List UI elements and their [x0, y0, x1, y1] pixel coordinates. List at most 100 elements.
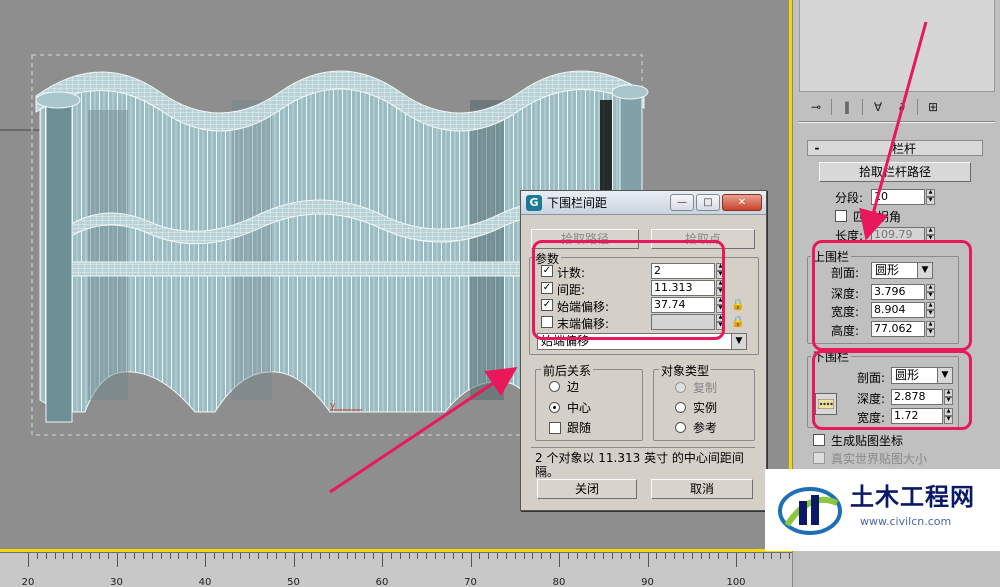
- segments-spinner[interactable]: 10 ▲ ▼: [871, 189, 935, 205]
- ruler-tick: [479, 553, 481, 559]
- ruler-tick: [364, 553, 366, 559]
- end-offset-field[interactable]: [651, 314, 715, 330]
- gen-mapping-label: 生成贴图坐标: [831, 434, 904, 448]
- ruler-tick: [585, 553, 587, 559]
- spinner-arrows[interactable]: ▲ ▼: [926, 321, 935, 337]
- spacing-mode-dropdown[interactable]: 始端偏移 ▼: [537, 333, 747, 350]
- ruler-tick: [497, 553, 499, 559]
- spinner-arrows[interactable]: ▲ ▼: [716, 280, 725, 296]
- ruler-tick: [249, 553, 251, 559]
- cancel-button[interactable]: 取消: [651, 479, 753, 499]
- instance-label: 实例: [693, 401, 718, 415]
- lower-depth-field[interactable]: 2.878: [891, 389, 943, 405]
- spinner-arrows[interactable]: ▲ ▼: [716, 314, 725, 330]
- length-spinner[interactable]: 109.79 ▲ ▼: [871, 227, 935, 243]
- copy-label: 复制: [693, 381, 718, 395]
- railing-rollout-header[interactable]: - 栏杆: [807, 140, 983, 156]
- copy-radio[interactable]: [675, 382, 686, 393]
- lower-rail-spacing-button[interactable]: [815, 393, 837, 415]
- spinner-arrows[interactable]: ▲ ▼: [716, 297, 725, 313]
- top-width-spinner[interactable]: 8.904 ▲ ▼: [871, 302, 935, 318]
- close-window-button[interactable]: ✕: [722, 194, 762, 211]
- configure-sets-icon[interactable]: ⊞: [924, 99, 942, 115]
- centers-label: 中心: [567, 401, 592, 415]
- lock-icon[interactable]: 🔒: [731, 298, 745, 312]
- close-button[interactable]: 关闭: [537, 479, 637, 499]
- lower-profile-dropdown[interactable]: 圆形 ▼: [891, 367, 953, 384]
- lock-icon[interactable]: 🔒: [731, 315, 745, 329]
- pin-stack-icon[interactable]: ⊸: [807, 99, 825, 115]
- show-end-result-icon[interactable]: ‖: [838, 99, 856, 115]
- spinner-arrows[interactable]: ▲ ▼: [926, 302, 935, 318]
- top-profile-dropdown[interactable]: 圆形 ▼: [871, 262, 933, 279]
- count-field[interactable]: 2: [651, 263, 715, 279]
- make-unique-icon[interactable]: ∀: [869, 99, 887, 115]
- pick-path-button[interactable]: 拾取路径: [531, 229, 639, 249]
- maximize-button[interactable]: □: [696, 194, 720, 211]
- end-offset-checkbox[interactable]: [541, 316, 553, 328]
- ruler-tick: [231, 553, 233, 559]
- toolbar-separator: [862, 99, 863, 115]
- top-height-field[interactable]: 77.062: [871, 321, 925, 337]
- ruler-tick: [550, 553, 552, 559]
- ruler-tick: [275, 553, 277, 559]
- spinner-arrows[interactable]: ▲ ▼: [926, 189, 935, 205]
- minimize-button[interactable]: —: [670, 194, 694, 211]
- lower-width-spinner[interactable]: 1.72 ▲ ▼: [891, 408, 953, 424]
- real-world-checkbox[interactable]: [813, 452, 825, 464]
- top-height-spinner[interactable]: 77.062 ▲ ▼: [871, 321, 935, 337]
- ruler-label: 60: [375, 577, 389, 587]
- reference-radio[interactable]: [675, 422, 686, 433]
- ruler-tick: [691, 553, 693, 559]
- top-depth-spinner[interactable]: 3.796 ▲ ▼: [871, 284, 935, 300]
- gen-mapping-checkbox[interactable]: [813, 434, 825, 446]
- ruler-tick: [240, 553, 242, 559]
- count-spinner[interactable]: 2 ▲ ▼: [651, 263, 725, 279]
- pick-points-button[interactable]: 拾取点: [651, 229, 755, 249]
- count-checkbox[interactable]: ✓: [541, 265, 553, 277]
- match-corners-checkbox[interactable]: [835, 210, 847, 222]
- ruler-tick: [629, 553, 631, 559]
- top-width-field[interactable]: 8.904: [871, 302, 925, 318]
- object-type-title: 对象类型: [659, 362, 712, 379]
- start-offset-field[interactable]: 37.74: [651, 297, 715, 313]
- centers-radio[interactable]: [549, 402, 560, 413]
- pick-railing-path-button[interactable]: 拾取栏杆路径: [819, 162, 971, 182]
- ruler-tick: [736, 553, 737, 567]
- ruler-tick: [302, 553, 304, 559]
- segments-label: 分段:: [834, 191, 863, 205]
- spinner-arrows[interactable]: ▲ ▼: [716, 263, 725, 279]
- ruler-tick: [320, 553, 322, 559]
- remove-modifier-icon[interactable]: ∂: [893, 99, 911, 115]
- ruler-tick: [258, 553, 260, 559]
- ruler-tick: [709, 553, 711, 559]
- spinner-arrows[interactable]: ▲ ▼: [926, 227, 935, 243]
- app-icon: G: [526, 194, 542, 211]
- spinner-arrows[interactable]: ▲ ▼: [944, 408, 953, 424]
- lower-width-field[interactable]: 1.72: [891, 408, 943, 424]
- time-ruler[interactable]: 20 30 40 50 60 70 80 90 100: [0, 552, 792, 587]
- start-offset-checkbox[interactable]: ✓: [541, 299, 553, 311]
- spacing-field[interactable]: 11.313: [651, 280, 715, 296]
- lower-depth-spinner[interactable]: 2.878 ▲ ▼: [891, 389, 953, 405]
- length-field[interactable]: 109.79: [871, 227, 925, 243]
- top-profile-value: 圆形: [875, 263, 900, 277]
- ruler-tick: [700, 553, 702, 559]
- toolbar-separator: [831, 99, 832, 115]
- dialog-titlebar[interactable]: G 下围栏间距 — □ ✕: [521, 191, 766, 215]
- spinner-arrows[interactable]: ▲ ▼: [944, 389, 953, 405]
- spacing-checkbox[interactable]: ✓: [541, 282, 553, 294]
- follow-checkbox[interactable]: [549, 422, 561, 434]
- end-offset-spinner[interactable]: ▲ ▼: [651, 314, 725, 330]
- start-offset-spinner[interactable]: 37.74 ▲ ▼: [651, 297, 725, 313]
- top-depth-label: 深度:: [830, 287, 859, 301]
- ruler-tick: [311, 553, 313, 559]
- spacing-spinner[interactable]: 11.313 ▲ ▼: [651, 280, 725, 296]
- ruler-tick: [514, 553, 516, 559]
- top-depth-field[interactable]: 3.796: [871, 284, 925, 300]
- spinner-arrows[interactable]: ▲ ▼: [926, 284, 935, 300]
- instance-radio[interactable]: [675, 402, 686, 413]
- modifier-stack[interactable]: [799, 0, 995, 92]
- segments-field[interactable]: 10: [871, 189, 925, 205]
- edges-radio[interactable]: [549, 381, 560, 392]
